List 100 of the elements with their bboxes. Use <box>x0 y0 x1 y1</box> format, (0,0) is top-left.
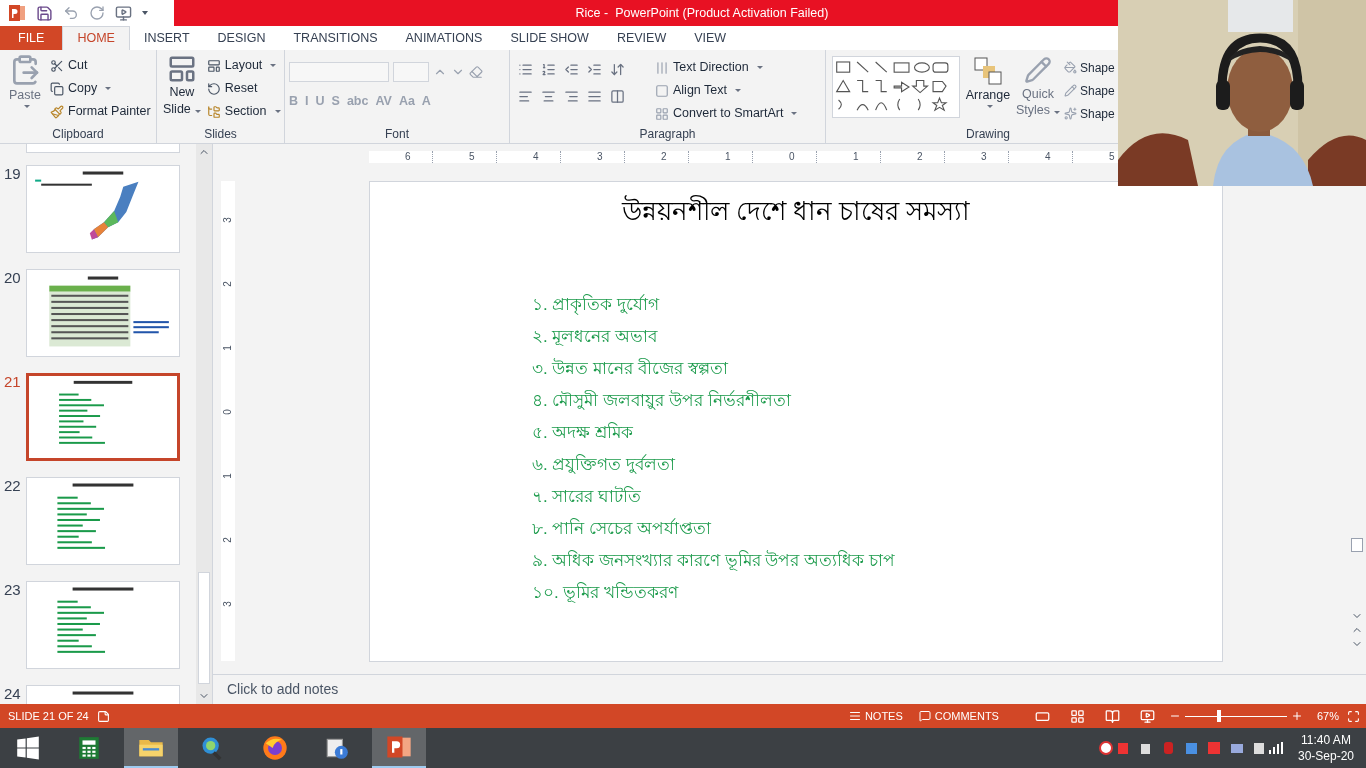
shape-format-button[interactable]: Shape <box>1064 56 1115 79</box>
increase-indent-icon[interactable] <box>587 62 602 77</box>
slide-counter: SLIDE 21 OF 24 <box>8 708 89 724</box>
convert-smartart-button[interactable]: Convert to SmartArt <box>651 102 802 125</box>
save-icon[interactable] <box>36 4 53 22</box>
redo-icon[interactable] <box>89 5 105 21</box>
slide-number: 24 <box>3 685 22 703</box>
caret-icon <box>1054 111 1061 114</box>
scrollbar-thumb[interactable] <box>198 572 210 684</box>
caret-icon <box>270 64 277 67</box>
caret-icon <box>987 104 993 108</box>
shape-format-button[interactable]: Shape <box>1064 79 1115 102</box>
font-name-field[interactable] <box>289 62 389 82</box>
ribbon-tab[interactable]: VIEW <box>680 26 741 50</box>
ribbon-tab[interactable]: HOME <box>62 26 130 50</box>
quick-styles-button[interactable]: Quick Styles <box>1016 56 1060 125</box>
slide-list-item: ৭. সারের ঘাটতি <box>532 485 643 508</box>
text-direction-button[interactable]: Text Direction <box>651 56 802 79</box>
ribbon-tab[interactable]: INSERT <box>129 26 204 50</box>
ribbon-tab[interactable]: SLIDE SHOW <box>496 26 603 50</box>
slideshow-view-icon[interactable] <box>1139 708 1155 724</box>
caret-icon <box>274 110 281 113</box>
windows-start-icon[interactable] <box>16 736 40 760</box>
slide-thumbnail[interactable] <box>26 373 180 461</box>
copy-button[interactable]: Copy <box>46 77 155 100</box>
slide-number: 22 <box>3 477 22 495</box>
new-slide-button[interactable]: New Slide <box>163 54 201 125</box>
cut-button[interactable]: Cut <box>46 54 155 77</box>
caret-icon <box>24 104 30 108</box>
paintbrush-icon <box>50 104 64 119</box>
undo-icon[interactable] <box>63 5 79 21</box>
clock-time[interactable]: 11:40 AM <box>1301 732 1351 748</box>
slide-list-item: ৩. উন্নত মানের বীজের স্বল্পতা <box>532 357 729 380</box>
caret-icon <box>194 110 201 113</box>
notes-field[interactable]: Click to add notes <box>227 679 339 700</box>
align-left-icon[interactable] <box>518 89 533 104</box>
group-label: Paragraph <box>639 126 696 143</box>
caret-icon <box>756 66 763 69</box>
scrollbar-thumb[interactable] <box>1351 538 1363 552</box>
font-size-field[interactable] <box>393 62 429 82</box>
comments-button[interactable]: COMMENTS <box>910 707 1007 725</box>
zoom-in-icon[interactable] <box>1290 710 1303 722</box>
zoom-slider-thumb[interactable] <box>1216 710 1221 722</box>
comment-icon <box>918 710 931 722</box>
numbering-icon[interactable] <box>541 62 556 77</box>
layout-icon <box>206 58 221 73</box>
scrollbar[interactable] <box>196 144 212 704</box>
zoom-percentage[interactable]: 67% <box>1316 707 1339 725</box>
caret-icon <box>734 89 741 92</box>
slide-number: 21 <box>3 373 22 391</box>
taskbar-app-icon[interactable] <box>372 728 426 768</box>
group-label: Slides <box>204 126 237 143</box>
caret-icon <box>791 112 798 115</box>
align-right-icon[interactable] <box>564 89 579 104</box>
bullets-icon[interactable] <box>518 62 533 77</box>
shape-gallery-drawing[interactable] <box>832 56 960 118</box>
arrange-icon <box>973 56 1003 86</box>
align-center-icon[interactable] <box>541 89 556 104</box>
vertical-ruler: 3 2 1 0 1 2 3 <box>221 181 235 661</box>
ribbon-tab[interactable]: FILE <box>0 26 63 50</box>
align-text-button[interactable]: Align Text <box>651 79 802 102</box>
caret-icon <box>105 87 112 90</box>
group-label: Drawing <box>966 126 1010 143</box>
reset-icon <box>206 81 221 96</box>
slide-list-item: ৫. অদক্ষ শ্রমিক <box>532 421 635 444</box>
scissors-icon <box>50 58 64 73</box>
ribbon-tab[interactable]: ANIMATIONS <box>391 26 497 50</box>
sparkles-icon <box>1064 107 1077 120</box>
slideshow-icon[interactable] <box>115 4 132 22</box>
reset-button[interactable]: Reset <box>202 77 285 100</box>
line-spacing-icon[interactable] <box>610 62 625 77</box>
format-painter-button[interactable]: Format Painter <box>46 100 155 123</box>
paint-bucket-icon <box>1064 61 1077 74</box>
slide-title: উন্নয়নশীল দেশে ধান চাষের সমস্যা <box>621 194 971 228</box>
clear-formatting-icon[interactable] <box>469 65 483 79</box>
paste-button[interactable]: Paste <box>6 54 44 125</box>
clock-date[interactable]: 30-Sep-20 <box>1297 748 1354 764</box>
slide-list-item: ৪. মৌসুমী জলবায়ুর উপর নির্ভরশীলতা <box>532 389 792 412</box>
smartart-icon <box>655 106 669 121</box>
shape-format-button[interactable]: Shape <box>1064 102 1115 125</box>
slide-sorter-icon[interactable] <box>1069 708 1085 724</box>
zoom-slider[interactable] <box>1184 709 1287 723</box>
section-button[interactable]: Section <box>202 100 285 123</box>
customize-caret-icon[interactable] <box>142 11 148 15</box>
reading-view-icon[interactable] <box>1104 708 1120 724</box>
decrease-indent-icon[interactable] <box>564 62 579 77</box>
justify-icon[interactable] <box>587 89 602 104</box>
ribbon-tab[interactable]: REVIEW <box>602 26 681 50</box>
slide-number: 23 <box>3 581 22 599</box>
slide-number: 20 <box>3 269 22 287</box>
powerpoint-logo-icon <box>8 4 26 22</box>
fit-to-window-icon[interactable] <box>1347 709 1360 723</box>
ribbon-tab[interactable]: TRANSITIONS <box>279 26 392 50</box>
notes-button[interactable]: NOTES <box>840 707 911 725</box>
slide-list-item: ৯. অধিক জনসংখ্যার কারণে ভূমির উপর অত্যধিক চাপ <box>532 549 896 573</box>
arrange-button[interactable]: Arrange <box>964 56 1012 125</box>
ribbon-tab[interactable]: DESIGN <box>203 26 280 50</box>
pencil-icon <box>1024 56 1052 84</box>
columns-icon[interactable] <box>610 89 625 104</box>
layout-button[interactable]: Layout <box>202 54 285 77</box>
